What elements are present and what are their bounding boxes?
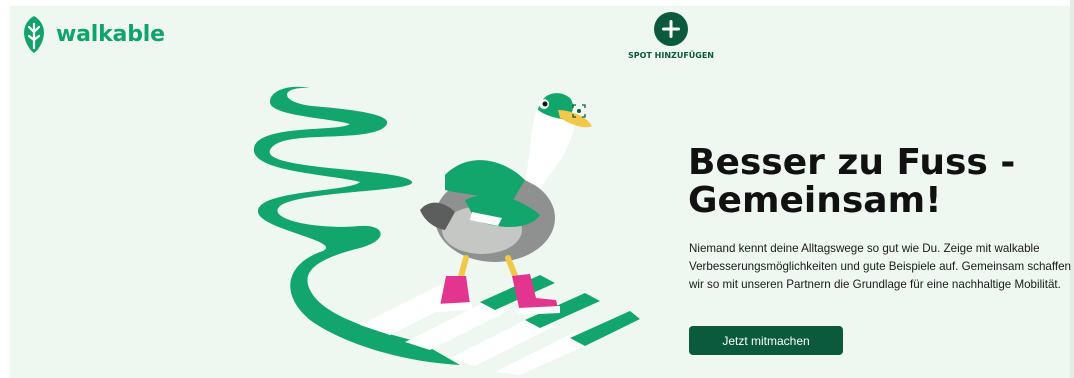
window-left-edge — [0, 0, 10, 378]
add-spot-button[interactable]: SPOT HINZUFÜGEN — [628, 12, 714, 60]
focus-icon[interactable] — [572, 104, 586, 118]
window-top-edge — [0, 0, 1074, 6]
window-right-edge — [1070, 0, 1074, 378]
brand-logo[interactable]: walkable — [20, 14, 165, 54]
hero-title-line2: Gemeinsam! — [688, 180, 942, 221]
duck-illustration — [253, 86, 640, 375]
hero-description: Niemand kennt deine Alltagswege so gut w… — [689, 242, 1071, 291]
walkable-logo-icon — [24, 16, 44, 53]
add-spot-label: SPOT HINZUFÜGEN — [627, 51, 715, 60]
hero-title-line1: Besser zu Fuss - — [688, 142, 1016, 183]
brand-name: walkable — [56, 21, 165, 47]
cta-button[interactable]: Jetzt mitmachen — [689, 326, 843, 355]
hero-title: Besser zu Fuss - Gemeinsam! — [688, 144, 1068, 220]
plus-icon — [654, 12, 688, 46]
